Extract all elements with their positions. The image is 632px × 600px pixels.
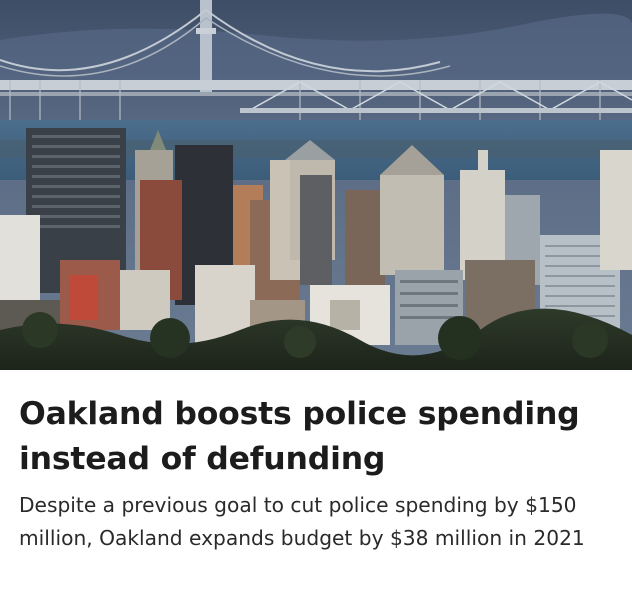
news-card[interactable]: Oakland boosts police spending instead o… (0, 0, 632, 600)
hero-image[interactable] (0, 0, 632, 370)
article-summary: Despite a previous goal to cut police sp… (19, 493, 585, 550)
oakland-skyline-illustration (0, 0, 632, 370)
article-headline[interactable]: Oakland boosts police spending instead o… (19, 392, 619, 482)
